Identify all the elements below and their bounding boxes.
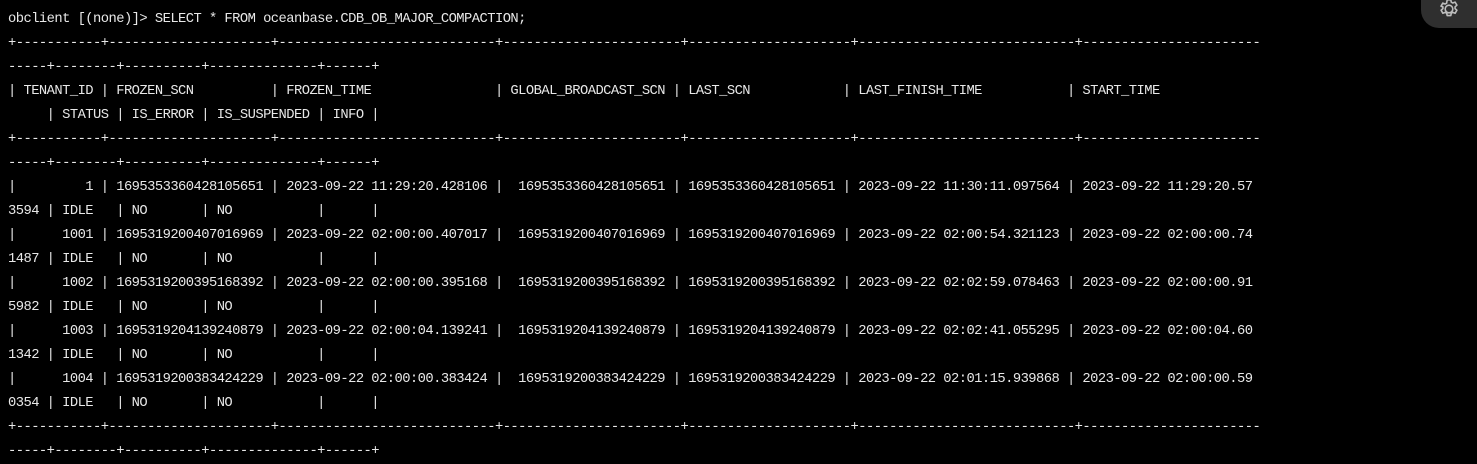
table-border-line: +-----------+---------------------+-----…: [8, 36, 1261, 51]
table-border-line: -----+--------+----------+--------------…: [8, 444, 380, 459]
table-row-line: 1342 | IDLE | NO | NO | |: [8, 348, 380, 363]
settings-button[interactable]: [1421, 0, 1477, 28]
table-row-line: 0354 | IDLE | NO | NO | |: [8, 396, 380, 411]
command-line: obclient [(none)]> SELECT * FROM oceanba…: [8, 12, 526, 27]
table-row-line: | 1 | 1695353360428105651 | 2023-09-22 1…: [8, 180, 1253, 195]
table-border-line: +-----------+---------------------+-----…: [8, 420, 1261, 435]
table-row-line: | 1004 | 1695319200383424229 | 2023-09-2…: [8, 372, 1253, 387]
table-header-line: | TENANT_ID | FROZEN_SCN | FROZEN_TIME |…: [8, 84, 1160, 99]
table-border-line: -----+--------+----------+--------------…: [8, 60, 380, 75]
table-row-line: 1487 | IDLE | NO | NO | |: [8, 252, 380, 267]
table-border-line: +-----------+---------------------+-----…: [8, 132, 1261, 147]
table-row-line: 3594 | IDLE | NO | NO | |: [8, 204, 380, 219]
table-row-line: 5982 | IDLE | NO | NO | |: [8, 300, 380, 315]
table-border-line: -----+--------+----------+--------------…: [8, 156, 380, 171]
terminal-output: obclient [(none)]> SELECT * FROM oceanba…: [8, 8, 1460, 464]
gear-icon: [1440, 0, 1458, 17]
table-header-line: | STATUS | IS_ERROR | IS_SUSPENDED | INF…: [8, 108, 380, 123]
table-row-line: | 1003 | 1695319204139240879 | 2023-09-2…: [8, 324, 1253, 339]
table-row-line: | 1002 | 1695319200395168392 | 2023-09-2…: [8, 276, 1253, 291]
table-row-line: | 1001 | 1695319200407016969 | 2023-09-2…: [8, 228, 1253, 243]
